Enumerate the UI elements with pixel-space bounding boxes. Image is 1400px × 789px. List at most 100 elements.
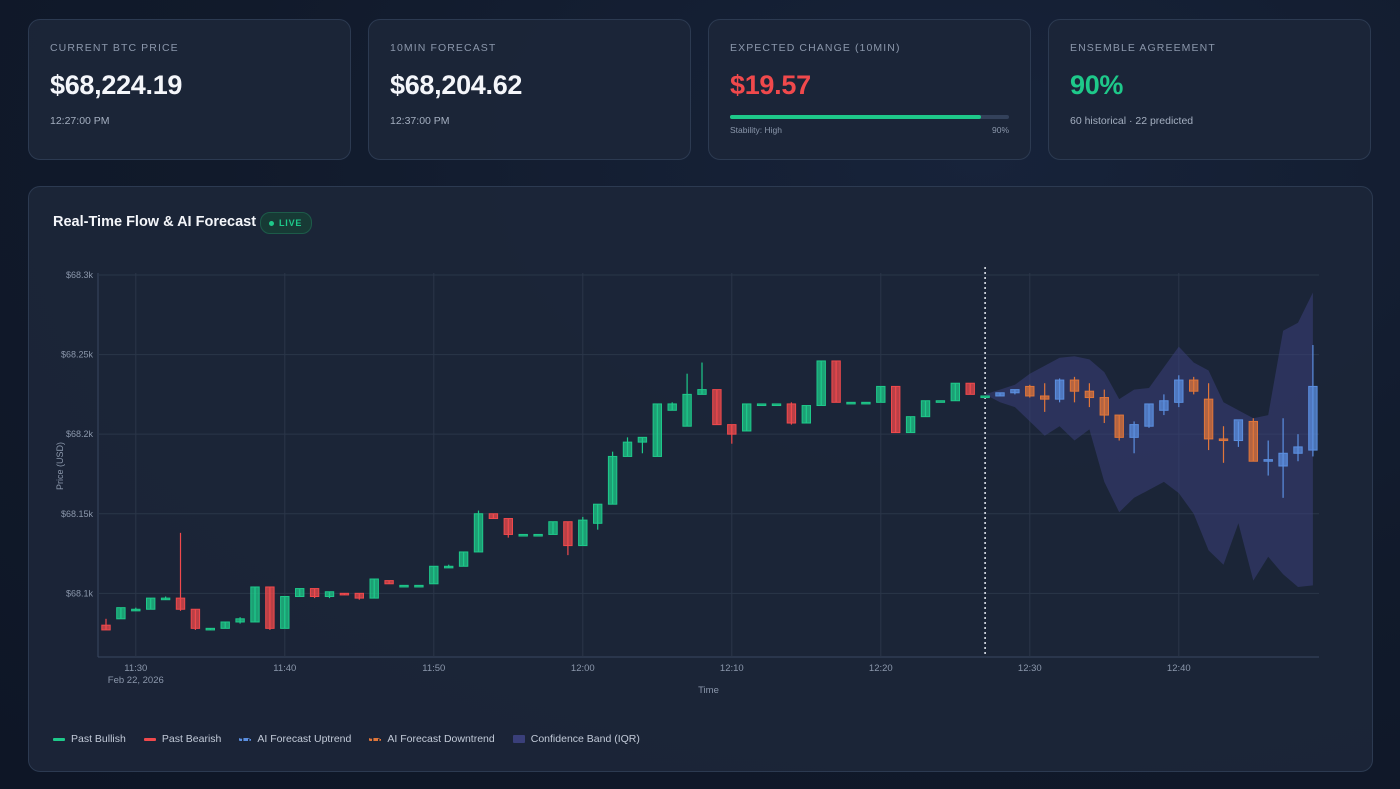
historical-candle [369,578,379,599]
historical-candle [533,533,543,537]
historical-candle [354,592,365,599]
legend-item-forecast-downtrend[interactable]: AI Forecast Downtrend [369,733,495,745]
legend-label: AI Forecast Uptrend [257,733,352,745]
y-tick-label: $68.15k [61,509,94,519]
historical-candle [235,618,245,623]
current-price-card: CURRENT BTC PRICE $68,224.19 12:27:00 PM [28,19,351,160]
forecast-time: 12:37:00 PM [390,115,450,127]
candlestick-chart[interactable]: $68.1k $68.15k $68.2k $68.25k $68.3k 11:30Feb… [29,187,1374,727]
legend-item-past-bearish[interactable]: Past Bearish [143,733,222,745]
y-tick-label: $68.1k [66,588,94,598]
historical-candle [563,521,573,547]
stability-bar-fill [730,115,982,119]
stability-label: Stability: High [730,125,782,135]
legend-swatch [53,737,65,741]
historical-candle [458,551,469,567]
historical-candle [488,513,499,520]
ensemble-agreement-value: 90% [1070,70,1124,100]
forecast-candle [1114,414,1124,438]
legend-item-confidence-band[interactable]: Confidence Band (IQR) [512,733,640,745]
chart-legend: Past Bullish Past Bearish AI Forecast Up… [53,733,658,745]
forecast-candle [1129,424,1139,438]
card-label: 10MIN FORECAST [390,42,497,54]
legend-item-past-bullish[interactable]: Past Bullish [53,733,126,745]
historical-candle [831,360,841,403]
historical-candle [265,586,275,629]
historical-candle [920,400,931,418]
historical-candle [578,519,588,547]
stability-percent: 90% [991,125,1009,135]
legend-swatch [239,737,252,741]
forecast-candle [1144,403,1154,427]
historical-candle [101,624,111,631]
forecast-value: $68,204.62 [390,70,523,100]
historical-candle [280,596,290,629]
historical-candle [414,584,424,588]
historical-candle [816,360,826,407]
forecast-candle [1025,385,1035,397]
legend-item-forecast-uptrend[interactable]: AI Forecast Uptrend [239,733,351,745]
historical-candle [309,588,320,598]
x-tick-sublabel: Feb 22, 2026 [108,675,164,686]
forecast-candle [1248,420,1258,462]
legend-swatch [143,737,156,741]
legend-swatch [512,735,525,743]
x-tick-label: 12:40 [1167,663,1191,674]
x-tick-label: 11:50 [422,663,445,674]
historical-candle [607,455,618,505]
chart-panel: $68.1k $68.15k $68.2k $68.25k $68.3k 11:30 Feb… [28,186,1373,772]
forecast-candle [1189,379,1199,392]
historical-candle [593,503,603,524]
historical-candle [742,403,752,432]
live-dot-icon [269,220,274,226]
historical-candle [712,389,722,426]
historical-candle [444,565,454,569]
forecast-candle [1278,452,1288,467]
historical-candle [965,382,975,395]
historical-candle [116,607,126,620]
historical-candle [891,385,901,434]
historical-candle [980,395,990,399]
historical-candle [950,382,960,402]
historical-candle [905,416,916,434]
historical-candle [324,591,335,598]
forecast-candle [1159,400,1169,411]
x-axis-title: Time [698,685,719,696]
historical-candle [727,424,737,435]
historical-candle [786,403,797,424]
forecast-candle [1174,379,1184,403]
historical-candle [190,608,201,629]
y-tick-label: $68.2k [66,429,94,439]
historical-candle [220,621,230,629]
historical-candle [384,580,394,585]
historical-candle [697,389,707,395]
legend-label: AI Forecast Downtrend [387,733,495,745]
x-tick-label: 12:10 [720,663,744,674]
x-tick-label: 12:20 [869,663,893,674]
historical-candle [131,608,141,612]
expected-change-card: EXPECTED CHANGE (10MIN) $19.57 Stability… [708,19,1031,160]
historical-candle [801,405,811,424]
historical-candle [205,627,216,631]
forecast-candle [1293,446,1303,454]
forecast-candle [1099,397,1109,416]
forecast-candle [1203,398,1214,440]
forecast-candle [1263,459,1273,462]
forecast-candle [1040,395,1050,400]
x-tick-label: 12:00 [571,663,595,674]
historical-candle [399,584,409,588]
forecast-candle [1010,389,1020,394]
forecast-candle [995,392,1005,397]
stability-bar [730,115,1009,119]
forecast-candle [1069,379,1080,392]
y-tick-label: $68.25k [61,350,94,360]
x-tick-label: 12:30 [1018,663,1042,674]
historical-candle [652,403,662,457]
historical-candle [876,385,886,403]
live-badge: LIVE [260,212,313,234]
ensemble-agreement-card: ENSEMBLE AGREEMENT 90% 60 historical · 2… [1048,19,1371,160]
confidence-band [985,292,1313,587]
legend-label: Past Bearish [161,733,222,745]
historical-candle [473,513,484,553]
card-label: EXPECTED CHANGE (10MIN) [730,42,901,54]
